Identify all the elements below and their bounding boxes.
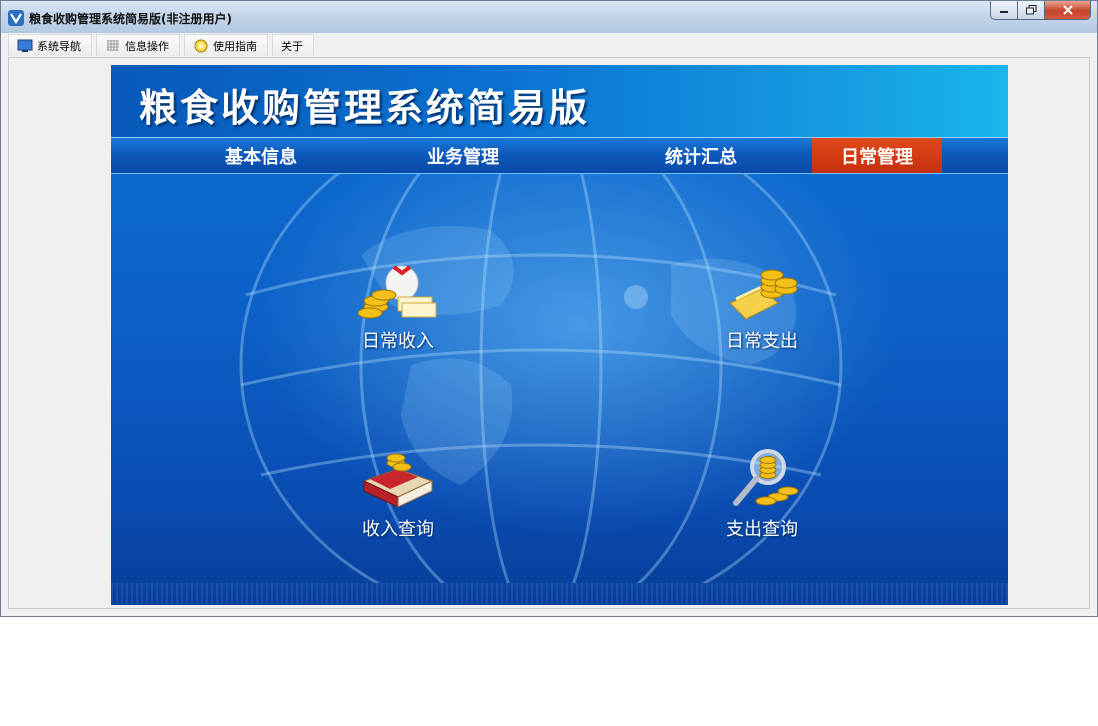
close-icon bbox=[1062, 5, 1073, 15]
tile-daily-expense[interactable]: 日常支出 bbox=[687, 259, 837, 353]
app-icon bbox=[8, 10, 24, 26]
money-bag-icon bbox=[358, 265, 437, 319]
nav-statistics-summary[interactable]: 统计汇总 bbox=[641, 138, 761, 173]
nav-daily-management[interactable]: 日常管理 bbox=[812, 138, 942, 173]
tile-label: 收入查询 bbox=[362, 519, 434, 540]
tile-label: 日常支出 bbox=[726, 331, 798, 352]
nav-basic-info[interactable]: 基本信息 bbox=[201, 138, 321, 173]
help-icon bbox=[193, 39, 209, 53]
window-title: 粮食收购管理系统简易版(非注册用户) bbox=[29, 12, 232, 26]
gold-coins-icon bbox=[729, 269, 798, 320]
minimize-icon bbox=[1000, 11, 1008, 13]
tile-label: 支出查询 bbox=[726, 519, 798, 540]
magnifier-coins-icon bbox=[733, 449, 799, 506]
nav-bar: 基本信息 业务管理 统计汇总 日常管理 bbox=[111, 137, 1008, 174]
menu-label: 信息操作 bbox=[125, 39, 169, 53]
restore-button[interactable] bbox=[1018, 1, 1045, 20]
tile-label: 日常收入 bbox=[362, 331, 434, 352]
menu-user-guide[interactable]: 使用指南 bbox=[184, 34, 268, 56]
banner-title: 粮食收购管理系统简易版 bbox=[139, 86, 591, 130]
close-button[interactable] bbox=[1045, 1, 1091, 20]
tile-income-query[interactable]: 收入查询 bbox=[323, 447, 473, 541]
nav-business-management[interactable]: 业务管理 bbox=[403, 138, 523, 173]
menu-label: 使用指南 bbox=[213, 39, 257, 53]
title-bar: 粮食收购管理系统简易版(非注册用户) bbox=[1, 1, 1097, 33]
restore-icon bbox=[1025, 5, 1036, 15]
menu-label: 系统导航 bbox=[37, 39, 81, 53]
menu-about[interactable]: 关于 bbox=[272, 34, 314, 56]
menu-system-nav[interactable]: 系统导航 bbox=[8, 34, 92, 56]
bottom-decoration bbox=[111, 583, 1008, 605]
banner-header: 粮食收购管理系统简易版 bbox=[111, 65, 1008, 137]
minimize-button[interactable] bbox=[990, 1, 1018, 20]
window-controls bbox=[990, 1, 1091, 21]
ledger-book-icon bbox=[362, 453, 434, 508]
main-panel: 粮食收购管理系统简易版 基本信息 业务管理 统计汇总 日常管理 日常收入 日常支… bbox=[111, 65, 1008, 605]
menu-label: 关于 bbox=[281, 39, 303, 53]
menu-bar: 系统导航 信息操作 使用指南 关于 bbox=[8, 34, 1090, 56]
tile-daily-income[interactable]: 日常收入 bbox=[323, 259, 473, 353]
menu-info-ops[interactable]: 信息操作 bbox=[96, 34, 180, 56]
tile-expense-query[interactable]: 支出查询 bbox=[687, 447, 837, 541]
grid-icon bbox=[105, 39, 121, 53]
monitor-icon bbox=[17, 39, 33, 53]
